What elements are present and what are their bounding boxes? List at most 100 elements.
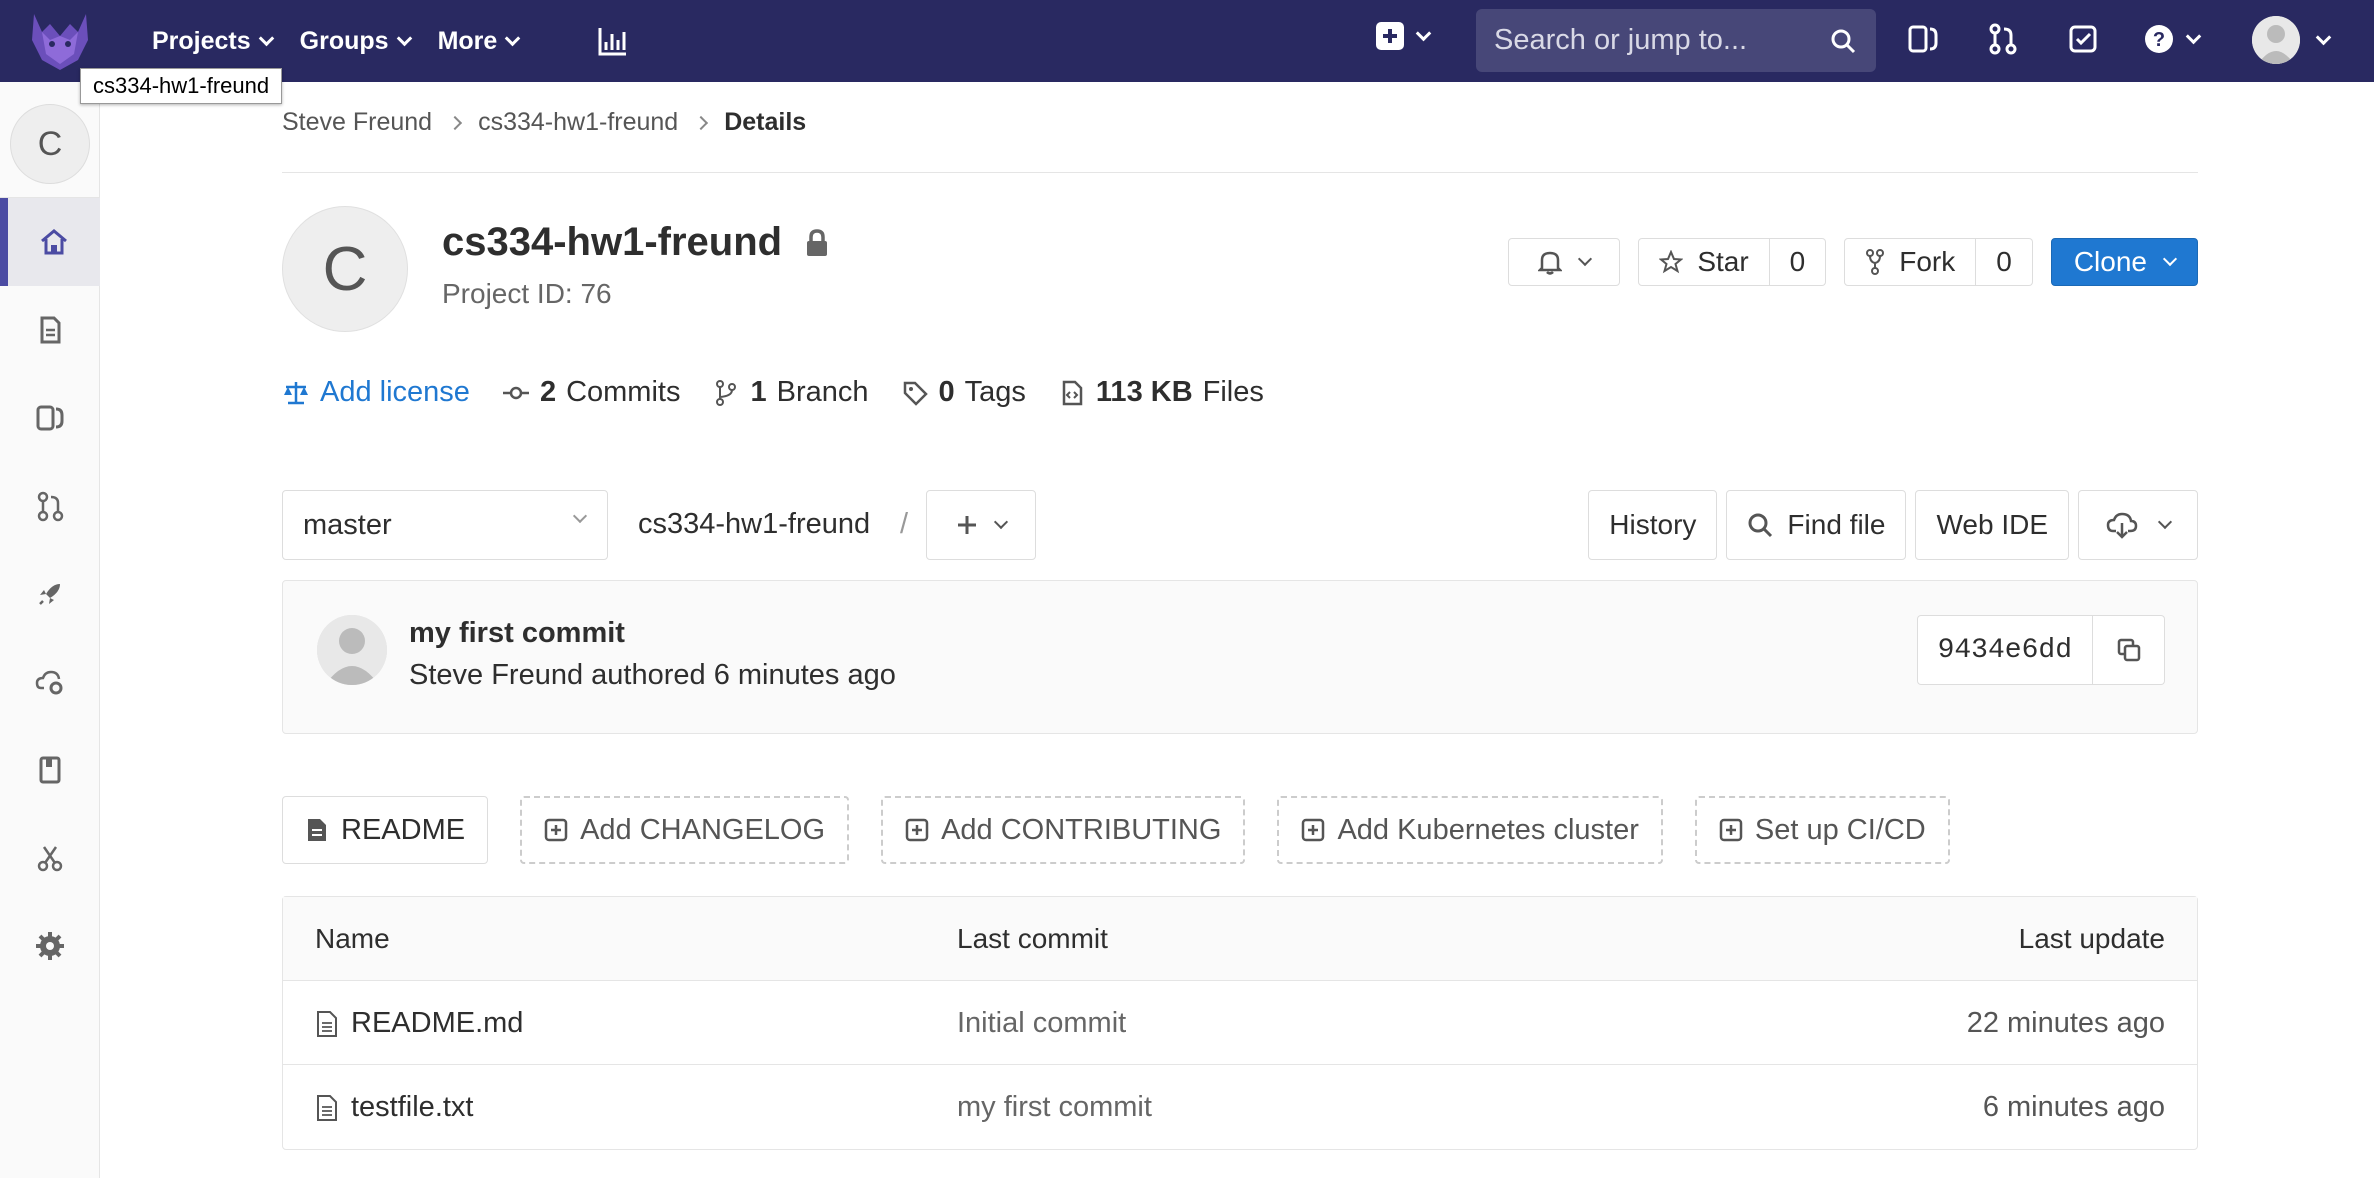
add-changelog-button[interactable]: Add CHANGELOG [520,796,850,864]
breadcrumb-project[interactable]: cs334-hw1-freund [478,108,678,137]
project-stats: Add license 2 Commits 1 Branch 0 Tags 11… [282,376,1264,409]
sidebar-project-avatar[interactable]: C [10,88,90,200]
commit-title[interactable]: my first commit [409,617,625,650]
chevron-down-icon [2185,28,2202,44]
sidebar-item-ci-cd[interactable] [0,550,100,638]
star-button[interactable]: Star [1638,238,1770,286]
sidebar-item-merge-requests[interactable] [0,462,100,550]
add-changelog-label: Add CHANGELOG [580,813,826,846]
header-last-update: Last update [2018,923,2165,954]
todos-icon[interactable] [2064,20,2102,58]
commit-sha[interactable]: 9434e6dd [1916,615,2093,685]
search-icon [1831,29,1856,54]
help-dropdown[interactable]: ? [2144,24,2202,54]
scale-icon [284,381,308,404]
setup-cicd-button[interactable]: Set up CI/CD [1694,796,1950,864]
tags-stat[interactable]: 0 Tags [901,376,1026,409]
files-size: 113 KB [1095,376,1193,408]
nav-groups-label: Groups [299,26,389,55]
merge-requests-icon[interactable] [1984,20,2022,58]
lock-icon [807,228,828,256]
project-actions: Star 0 Fork 0 Clone [1508,238,2198,286]
project-sidebar: C [0,82,100,1178]
download-dropdown[interactable] [2078,490,2198,560]
toolbar-actions: History Find file Web IDE [1588,490,2198,560]
nav-projects-label: Projects [152,26,251,55]
cloud-download-icon [2106,512,2138,539]
nav-groups-dropdown[interactable]: Groups [288,0,422,82]
project-tooltip: cs334-hw1-freund [80,68,283,104]
sidebar-item-project-overview[interactable] [0,198,100,286]
files-stat[interactable]: 113 KB Files [1058,376,1264,409]
help-icon: ? [2145,25,2173,53]
history-button[interactable]: History [1588,490,1718,560]
commits-stat[interactable]: 2 Commits [502,376,680,409]
commit-author-avatar[interactable] [317,615,387,685]
new-item-dropdown[interactable] [1376,22,1432,50]
readme-button[interactable]: README [282,796,489,864]
nav-more-dropdown[interactable]: More [426,0,531,82]
user-menu-dropdown[interactable] [2252,16,2332,64]
file-icon [317,1010,337,1037]
project-id: Project ID: 76 [442,278,612,309]
sidebar-item-snippets[interactable] [0,814,100,902]
breadcrumb: Steve Freund cs334-hw1-freund Details [282,108,806,137]
search-bar[interactable] [1476,9,1876,72]
file-name: testfile.txt [351,1091,474,1123]
repo-path[interactable]: cs334-hw1-freund [638,508,870,541]
branch-name: master [303,508,392,541]
activity-chart-icon[interactable] [596,24,630,58]
plus-square-icon [544,818,568,842]
breadcrumb-current[interactable]: Details [724,108,806,137]
add-license-link[interactable]: Add license [282,376,470,409]
sidebar-item-operations[interactable] [0,638,100,726]
add-license-label: Add license [320,376,470,408]
sidebar-item-repository[interactable] [0,286,100,374]
nav-icon-group: ? [1904,20,2202,58]
clone-button[interactable]: Clone [2050,238,2198,286]
search-input[interactable] [1494,24,1814,57]
file-link[interactable]: README.md [315,1007,523,1040]
plus-square-icon [1376,22,1404,50]
sidebar-item-settings[interactable] [0,902,100,990]
branch-count: 1 [750,376,767,408]
divider [282,172,2198,173]
branch-select[interactable]: master [282,490,608,560]
table-row: testfile.txt my first commit 6 minutes a… [283,1065,2197,1149]
repo-toolbar: master cs334-hw1-freund / History Find f… [282,490,2198,560]
header-last-commit: Last commit [957,923,1108,954]
breadcrumb-user[interactable]: Steve Freund [282,108,432,137]
web-ide-button[interactable]: Web IDE [1915,490,2069,560]
notification-dropdown[interactable] [1508,238,1621,286]
file-last-commit[interactable]: my first commit [957,1091,1152,1124]
branch-icon [716,379,737,406]
file-name: README.md [351,1007,524,1039]
add-contributing-button[interactable]: Add CONTRIBUTING [881,796,1246,864]
project-avatar: C [282,206,408,332]
star-button-group: Star 0 [1638,238,1827,286]
issues-icon[interactable] [1904,20,1942,58]
fork-count[interactable]: 0 [1976,238,2033,286]
tag-icon [903,381,928,406]
add-to-tree-dropdown[interactable] [926,490,1036,560]
nav-more-label: More [437,26,498,55]
commit-meta: Steve Freund authored 6 minutes ago [409,659,896,691]
chevron-down-icon [2315,29,2332,45]
file-link[interactable]: testfile.txt [315,1091,474,1124]
chevron-down-icon [505,30,521,46]
branch-stat[interactable]: 1 Branch [712,376,869,409]
commit-sha-group: 9434e6dd [1916,615,2165,685]
star-count[interactable]: 0 [1769,238,1827,286]
plus-square-icon [1719,818,1743,842]
svg-text:?: ? [2153,29,2165,51]
user-avatar [2252,16,2300,64]
plus-square-icon [1302,818,1325,842]
add-kubernetes-button[interactable]: Add Kubernetes cluster [1277,796,1663,864]
file-last-commit[interactable]: Initial commit [957,1007,1126,1040]
gitlab-logo-icon[interactable] [28,10,92,72]
fork-button[interactable]: Fork [1844,238,1977,286]
sidebar-item-issues[interactable] [0,374,100,462]
copy-sha-button[interactable] [2093,615,2165,685]
sidebar-item-wiki[interactable] [0,726,100,814]
find-file-button[interactable]: Find file [1726,490,1907,560]
